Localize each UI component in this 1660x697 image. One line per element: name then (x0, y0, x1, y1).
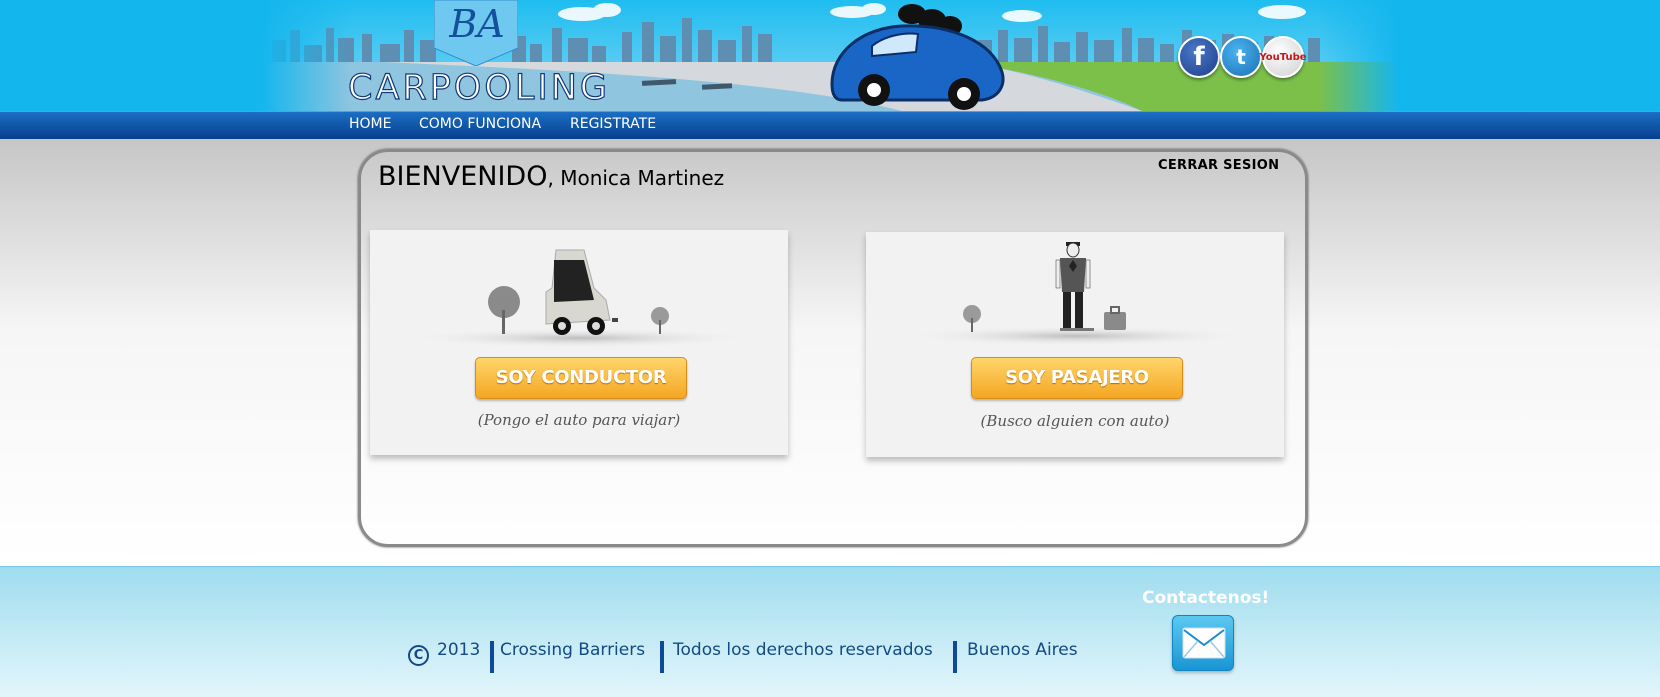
passenger-subtitle: (Busco alguien con auto) (980, 412, 1170, 430)
tree-icon (488, 286, 520, 334)
logo-initials[interactable]: BA (442, 2, 512, 46)
footer-year: 2013 (437, 640, 481, 660)
footer-company: Crossing Barriers (500, 640, 646, 660)
driver-subtitle: (Pongo el auto para viajar) (477, 411, 681, 429)
logout-link[interactable]: CERRAR SESION (1158, 158, 1279, 173)
soy-conductor-button[interactable]: SOY CONDUCTOR (475, 357, 687, 399)
facebook-icon[interactable]: f (1178, 36, 1220, 78)
nav-registrate-link[interactable]: REGISTRATE (570, 116, 656, 132)
site-footer (0, 566, 1660, 697)
welcome-heading: BIENVENIDO, Monica Martinez (378, 161, 724, 192)
email-contact-button[interactable] (1172, 615, 1234, 671)
site-header: BA CARPOOLING f t YouTube (0, 0, 1660, 111)
soy-pasajero-button[interactable]: SOY PASAJERO (971, 357, 1183, 399)
car-icon (545, 249, 618, 335)
footer-divider (660, 641, 664, 673)
suitcase-icon (1104, 306, 1126, 330)
twitter-icon[interactable]: t (1220, 36, 1262, 78)
passenger-card: SOY PASAJERO (Busco alguien con auto) (866, 232, 1284, 457)
passenger-illustration (901, 242, 1251, 346)
driver-card: SOY CONDUCTOR (Pongo el auto para viajar… (370, 230, 788, 455)
main-nav: HOME COMO FUNCIONA REGISTRATE (0, 111, 1660, 139)
copyright-icon: C (408, 645, 429, 666)
nav-home-link[interactable]: HOME (349, 116, 391, 132)
logo-wordmark[interactable]: CARPOOLING (347, 67, 610, 108)
person-icon (1055, 242, 1094, 331)
contact-label: Contactenos! (1142, 588, 1270, 608)
driver-illustration (405, 249, 755, 348)
envelope-icon (1182, 627, 1226, 659)
nav-como-funciona-link[interactable]: COMO FUNCIONA (419, 116, 541, 132)
footer-rights: Todos los derechos reservados (673, 640, 933, 660)
youtube-icon[interactable]: YouTube (1259, 36, 1307, 78)
welcome-title: BIENVENIDO (378, 161, 548, 192)
footer-divider (953, 641, 957, 673)
welcome-user-name: , Monica Martinez (547, 166, 725, 190)
footer-divider (490, 641, 494, 673)
footer-city: Buenos Aires (967, 640, 1078, 660)
